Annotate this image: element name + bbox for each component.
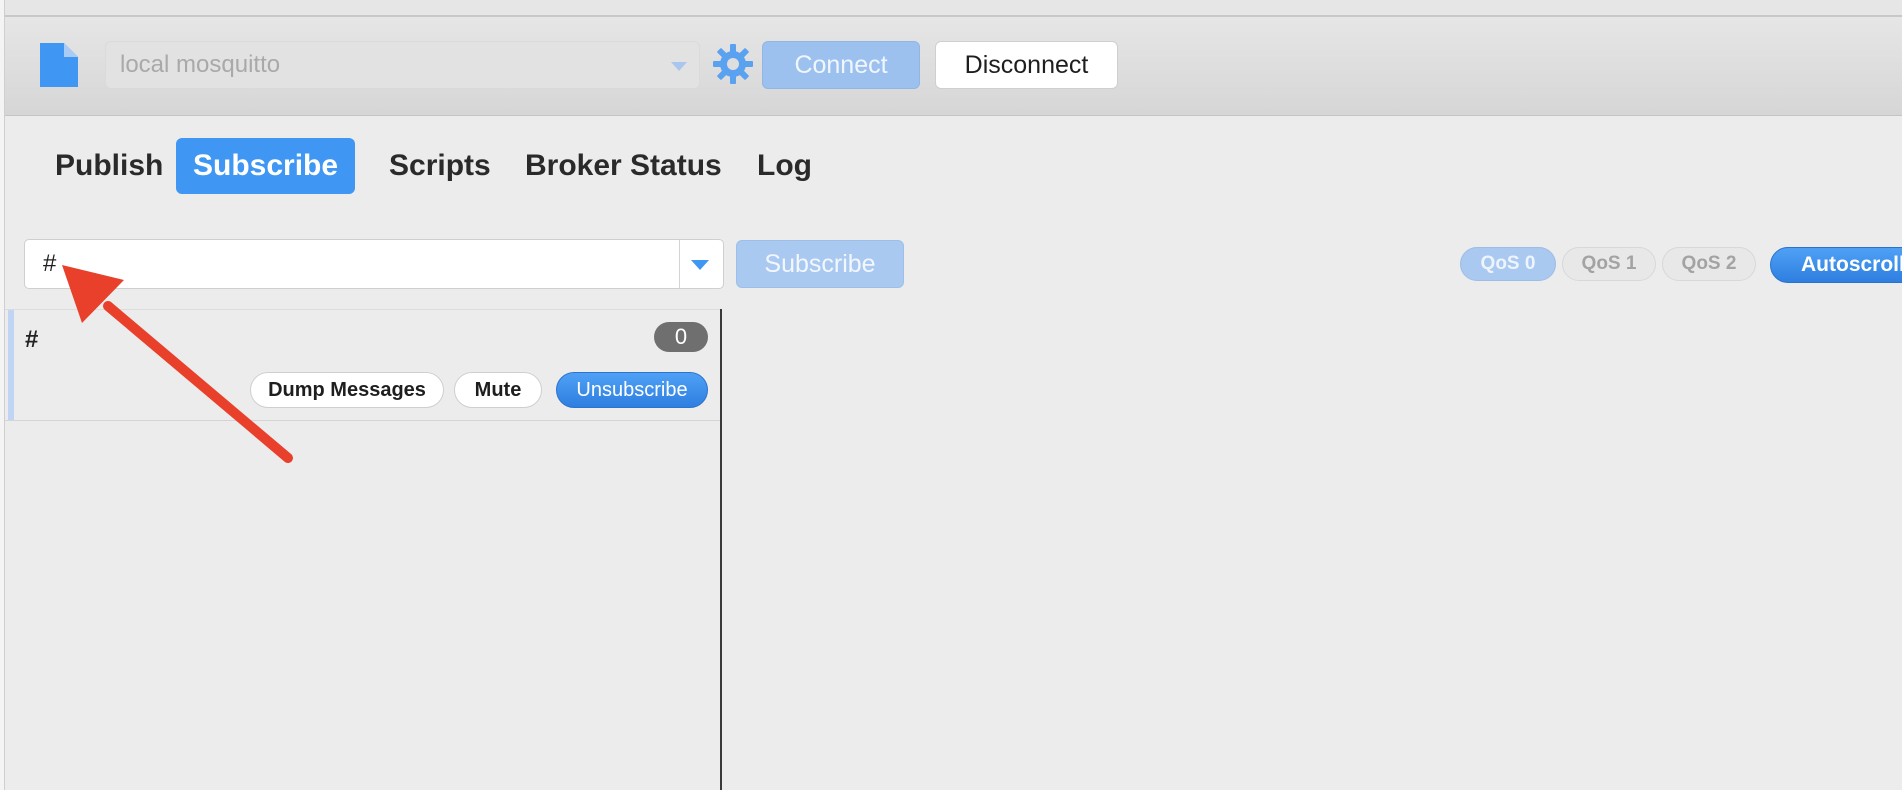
selection-accent — [8, 310, 14, 420]
tab-publish[interactable]: Publish — [38, 138, 180, 194]
connect-button[interactable]: Connect — [762, 41, 920, 89]
subscription-list: # 0 Dump Messages Mute Unsubscribe — [5, 309, 722, 790]
dump-messages-button[interactable]: Dump Messages — [250, 372, 444, 408]
window-top-strip — [0, 0, 1902, 17]
chevron-down-icon[interactable] — [671, 62, 687, 71]
document-icon[interactable] — [38, 41, 80, 89]
connection-profile-select[interactable]: local mosquitto — [105, 41, 700, 89]
qos-1-toggle[interactable]: QoS 1 — [1562, 247, 1656, 281]
message-count-badge: 0 — [654, 322, 708, 352]
topic-input[interactable]: # — [24, 239, 724, 289]
combo-divider — [679, 240, 680, 288]
disconnect-button[interactable]: Disconnect — [935, 41, 1118, 89]
connection-toolbar: local mosquitto Connect Disconnect — [5, 17, 1902, 116]
tab-scripts[interactable]: Scripts — [372, 138, 508, 194]
gear-icon[interactable] — [712, 43, 754, 85]
mute-button[interactable]: Mute — [454, 372, 542, 408]
autoscroll-toggle[interactable]: Autoscroll — [1770, 247, 1902, 283]
qos-2-toggle[interactable]: QoS 2 — [1662, 247, 1756, 281]
subscribe-button[interactable]: Subscribe — [736, 240, 904, 288]
tab-log[interactable]: Log — [740, 138, 829, 194]
chevron-down-icon[interactable] — [691, 260, 709, 270]
tab-broker-status[interactable]: Broker Status — [508, 138, 739, 194]
tab-subscribe[interactable]: Subscribe — [176, 138, 356, 194]
list-item[interactable]: # 0 Dump Messages Mute Unsubscribe — [5, 309, 720, 421]
unsubscribe-button[interactable]: Unsubscribe — [556, 372, 708, 408]
subscription-topic: # — [25, 326, 39, 353]
qos-0-toggle[interactable]: QoS 0 — [1460, 247, 1556, 281]
connection-profile-value: local mosquitto — [120, 51, 281, 78]
topic-input-value: # — [43, 250, 57, 277]
